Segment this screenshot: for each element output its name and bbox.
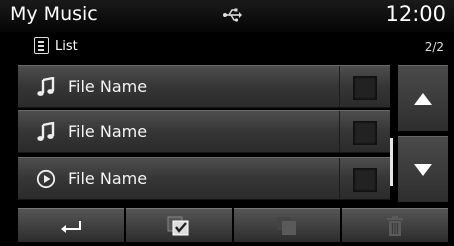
row-checkbox[interactable] [353,121,377,145]
scroll-up-button[interactable] [398,65,448,131]
clock: 12:00 [385,2,446,26]
music-note-icon [37,122,55,141]
file-name-label: File Name [68,169,148,188]
checkbox-area[interactable] [339,158,390,199]
back-icon [61,220,81,233]
list-label: List [55,39,78,54]
status-bar: My Music 12:00 [0,0,454,32]
arrow-up-icon [414,93,432,105]
scroll-down-button[interactable] [398,136,448,202]
file-name-label: File Name [68,77,148,96]
list-item[interactable]: File Name [18,65,390,108]
select-all-button[interactable] [126,208,232,242]
list-icon [34,37,49,54]
file-name-label: File Name [68,122,148,141]
row-checkbox[interactable] [353,76,377,100]
app-title: My Music [10,3,98,25]
checkbox-area[interactable] [339,111,390,152]
music-note-icon [37,77,55,96]
bottom-toolbar [18,208,448,242]
list-item[interactable]: File Name [18,157,390,200]
delete-button[interactable] [342,208,448,242]
list-header: List 2/2 [0,32,454,62]
copy-button[interactable] [234,208,340,242]
copy-icon [277,216,296,235]
trash-icon [387,215,403,236]
select-all-icon [167,216,189,235]
checkbox-area[interactable] [339,66,390,107]
page-indicator: 2/2 [424,40,444,54]
back-button[interactable] [18,208,124,242]
scrollbar-indicator[interactable] [390,138,393,186]
row-checkbox[interactable] [353,168,377,192]
arrow-down-icon [414,164,432,176]
list-item[interactable]: File Name [18,110,390,153]
usb-icon [223,8,242,22]
play-circle-icon [36,169,56,189]
